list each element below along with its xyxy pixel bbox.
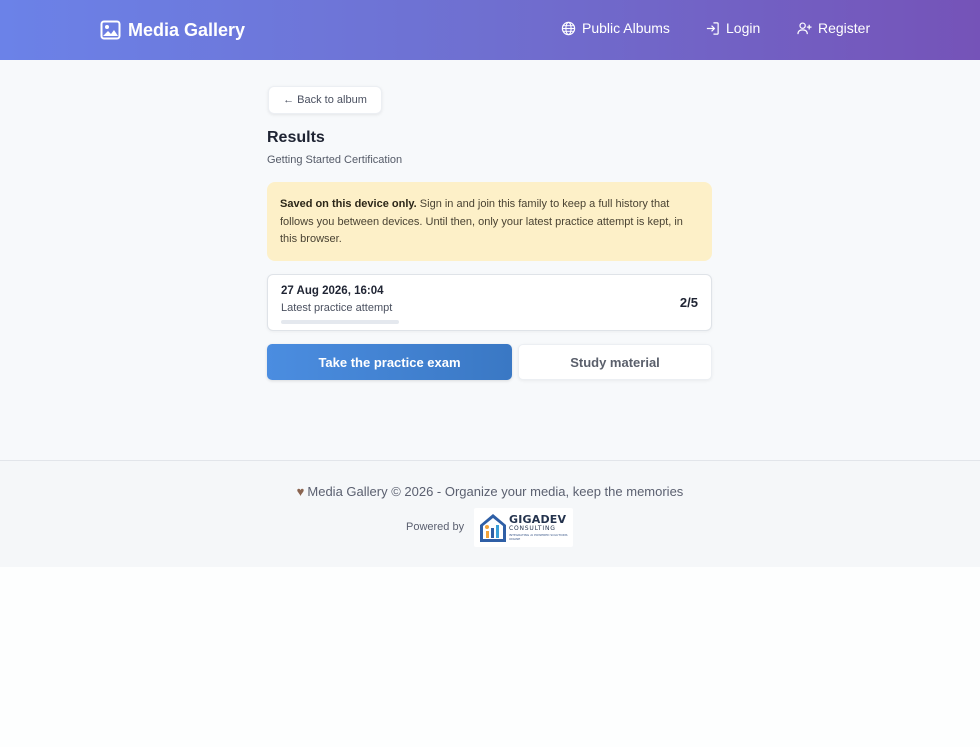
page-title: Results [267, 129, 325, 146]
footer: ♥ Media Gallery © 2026 - Organize your me… [0, 460, 980, 567]
gigadev-logo[interactable]: GIGADEV CONSULTING INTEGRATING AI POWERE… [474, 508, 573, 547]
login-icon [706, 21, 719, 35]
logo-tagline: INTEGRATING AI POWERED SOLUTIONS ONLINE [509, 533, 568, 541]
powered-by-label: Powered by [406, 521, 465, 533]
nav-register[interactable]: Register [797, 20, 870, 36]
attempt-score: 2/5 [679, 295, 698, 310]
footer-copyright: ♥ Media Gallery © 2026 - Organize your me… [0, 484, 980, 499]
brand-name: Media Gallery [128, 19, 246, 40]
footer-text: Media Gallery © 2026 - Organize your med… [307, 484, 684, 499]
attempt-date: 27 Aug 2026, 16:04 [281, 285, 384, 297]
user-plus-icon [797, 21, 812, 34]
nav-login-label: Login [726, 20, 761, 36]
gigadev-logo-mark [480, 514, 506, 542]
page-subtitle: Getting Started Certification [267, 154, 403, 166]
globe-icon [561, 21, 576, 35]
attempt-label: Latest practice attempt [281, 302, 393, 314]
nav-public-albums[interactable]: Public Albums [561, 20, 670, 36]
top-navbar: Media Gallery Public Albums Login Regist… [0, 0, 980, 60]
study-material-button[interactable]: Study material [518, 344, 712, 380]
heart-icon: ♥ [296, 484, 305, 499]
nav-register-label: Register [818, 20, 871, 36]
nav-login[interactable]: Login [705, 20, 760, 36]
gigadev-logo-text: GIGADEV CONSULTING INTEGRATING AI POWERE… [509, 513, 573, 541]
notice-bold-text: Saved on this device only. [280, 198, 417, 210]
nav-public-albums-label: Public Albums [582, 20, 670, 36]
image-icon [100, 20, 121, 40]
attempt-progress-bar [281, 320, 399, 324]
device-storage-notice: Saved on this device only. Sign in and j… [267, 182, 712, 261]
logo-sub: CONSULTING [509, 525, 556, 532]
take-practice-exam-button[interactable]: Take the practice exam [267, 344, 512, 380]
brand-link[interactable]: Media Gallery [100, 18, 245, 42]
attempt-card[interactable]: 27 Aug 2026, 16:04 Latest practice attem… [267, 274, 712, 331]
back-to-album-button[interactable]: ← Back to album [268, 86, 382, 114]
